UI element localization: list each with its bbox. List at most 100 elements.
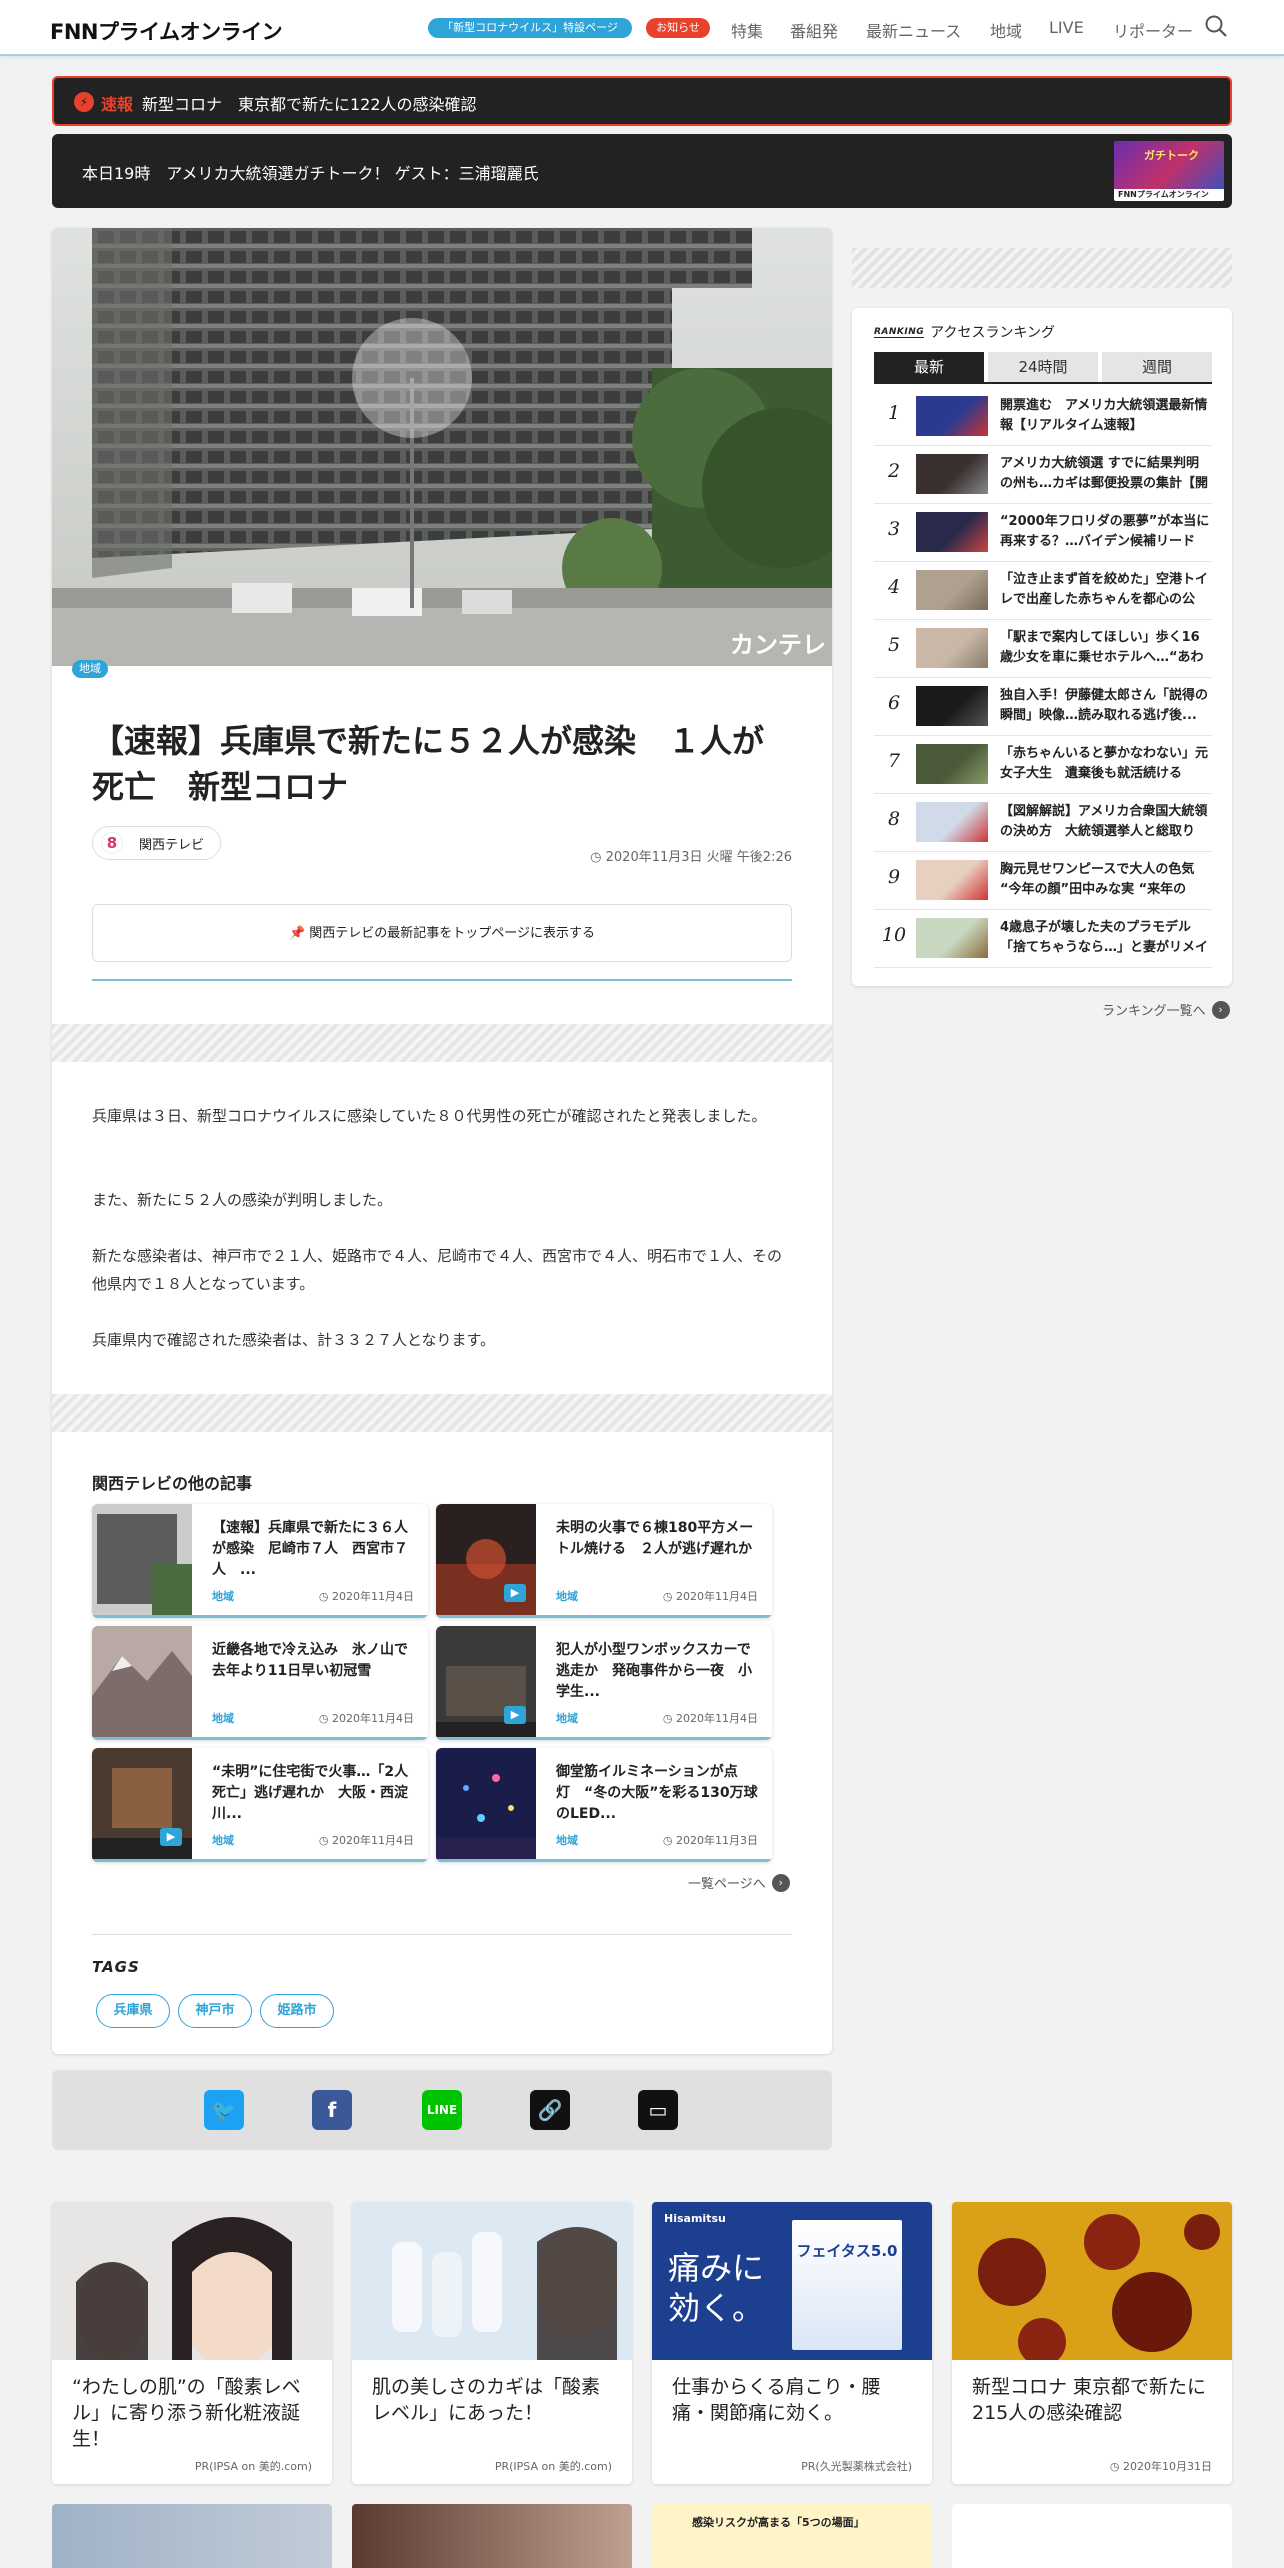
breaking-headline[interactable]: 新型コロナ 東京都で新たに122人の感染確認 bbox=[142, 91, 477, 115]
ad-credit: PR(IPSA on 美的.com) bbox=[194, 2460, 312, 2473]
article-paragraph: 兵庫県内で確認された感染者は、計３３２７人となります。 bbox=[92, 1331, 496, 1349]
ranking-heading: RANKING アクセスランキング bbox=[874, 322, 1055, 342]
nav-region[interactable]: 地域 bbox=[990, 18, 1022, 42]
video-icon: ▶ bbox=[504, 1706, 526, 1724]
ad-card[interactable]: 肌の美しさのカギは「酸素レベル」にあった！ PR(IPSA on 美的.com) bbox=[352, 2202, 632, 2484]
related-title: 御堂筋イルミネーションが点灯 “冬の大阪”を彩る130万球のLED... bbox=[556, 1764, 758, 1822]
site-logo[interactable]: FNNプライムオンライン bbox=[50, 16, 283, 46]
ad-card[interactable] bbox=[952, 2504, 1232, 2568]
related-title: 犯人が小型ワンボックスカーで逃走か 発砲事件から一夜 小学生... bbox=[556, 1642, 752, 1700]
ranking-title: 「赤ちゃんいると夢かなわない」元女子大生 遺棄後も就活続ける bbox=[1000, 746, 1209, 781]
live-banner-thumbnail[interactable]: ガチトーク FNNプライムオンライン bbox=[1114, 141, 1224, 201]
ranking-tab-weekly[interactable]: 週間 bbox=[1102, 352, 1212, 382]
kantele-watermark: カンテレ bbox=[730, 631, 826, 659]
ranking-item[interactable]: 9 胸元見せワンピースで大人の色気 “今年の顔”田中みな実 “来年の顔... bbox=[874, 852, 1212, 910]
ranking-item[interactable]: 8 【図解解説】アメリカ合衆国大統領の決め方 大統領選挙人と総取り方... bbox=[874, 794, 1212, 852]
ranking-number: 3 bbox=[887, 518, 901, 540]
ranking-title: アクセスランキング bbox=[930, 325, 1056, 341]
ranking-label: RANKING bbox=[874, 326, 925, 338]
ad-card[interactable]: 感染リスクが高まる「5つの場面」 bbox=[652, 2504, 932, 2568]
region-tag[interactable]: 地域 bbox=[72, 660, 108, 678]
ranking-thumbnail bbox=[916, 802, 988, 842]
kantele-logo-icon: 8 bbox=[101, 832, 123, 854]
related-article-card[interactable]: 【速報】兵庫県で新たに３６人が感染 尼崎市７人 西宮市７人 ... 地域 ◷ 2… bbox=[92, 1504, 428, 1618]
related-title: 近畿各地で冷え込み 氷ノ山で去年より11日早い初冠雪 bbox=[212, 1642, 408, 1679]
ranking-number: 8 bbox=[887, 808, 901, 830]
nav-live[interactable]: LIVE bbox=[1049, 18, 1084, 37]
ranking-tab-latest[interactable]: 最新 bbox=[874, 352, 984, 382]
ranking-item[interactable]: 7 「赤ちゃんいると夢かなわない」元女子大生 遺棄後も就活続ける bbox=[874, 736, 1212, 794]
notice-button[interactable]: お知らせ bbox=[646, 18, 710, 38]
ad-credit: PR(IPSA on 美的.com) bbox=[494, 2460, 612, 2473]
ranking-item[interactable]: 5 「駅まで案内してほしい」歩く16歳少女を車に乗せホテルへ…“あわよ... bbox=[874, 620, 1212, 678]
ad-card[interactable] bbox=[352, 2504, 632, 2568]
ranking-thumbnail bbox=[916, 454, 988, 494]
related-title: 【速報】兵庫県で新たに３６人が感染 尼崎市７人 西宮市７人 ... bbox=[212, 1520, 408, 1578]
pin-to-top-button[interactable]: 📌 関西テレビの最新記事をトップページに表示する bbox=[92, 904, 792, 962]
related-more-label: 一覧ページへ bbox=[688, 1877, 766, 1892]
clock-icon: ◷ bbox=[590, 850, 606, 865]
related-region: 地域 bbox=[556, 1834, 578, 1847]
ranking-item[interactable]: 10 4歳息子が壊した夫のプラモデル「捨てちゃうなら…」と妻がリメイク... bbox=[874, 910, 1212, 968]
ranking-title: 開票進む アメリカ大統領選最新情報【リアルタイム速報】 bbox=[1000, 398, 1208, 433]
related-thumbnail bbox=[436, 1748, 536, 1862]
article-date: ◷ 2020年11月3日 火曜 午後2:26 bbox=[590, 846, 792, 865]
related-article-card[interactable]: 近畿各地で冷え込み 氷ノ山で去年より11日早い初冠雪 地域 ◷ 2020年11月… bbox=[92, 1626, 428, 1740]
ranking-item[interactable]: 2 アメリカ大統領選 すでに結果判明の州も…カギは郵便投票の集計【開票... bbox=[874, 446, 1212, 504]
ranking-item[interactable]: 1 開票進む アメリカ大統領選最新情報【リアルタイム速報】 bbox=[874, 388, 1212, 446]
related-article-card[interactable]: ▶ “未明”に住宅街で火事…「2人死亡」逃げ遅れか 大阪・西淀川... 地域 ◷… bbox=[92, 1748, 428, 1862]
link-icon[interactable]: 🔗 bbox=[530, 2090, 570, 2130]
ranking-thumbnail bbox=[916, 744, 988, 784]
related-date: ◷ 2020年11月4日 bbox=[662, 1590, 758, 1603]
ad-card[interactable] bbox=[52, 2504, 332, 2568]
lightning-icon: ⚡ bbox=[74, 92, 94, 112]
nav-programs[interactable]: 番組発 bbox=[790, 18, 838, 42]
ad-image bbox=[952, 2202, 1232, 2360]
ad-title: “わたしの肌”の「酸素レベル」に寄り添う新化粧液誕生！ bbox=[72, 2376, 301, 2450]
corona-special-page-button[interactable]: 「新型コロナウイルス」特設ページ bbox=[428, 18, 632, 38]
ad-title: 新型コロナ 東京都で新たに215人の感染確認 bbox=[972, 2376, 1207, 2424]
ranking-panel: RANKING アクセスランキング 最新 24時間 週間 1 開票進む アメリカ大統… bbox=[852, 308, 1232, 986]
live-banner[interactable]: 本日19時 アメリカ大統領選ガチトーク！ ゲスト：三浦瑠麗氏 ガチトーク FNN… bbox=[52, 134, 1232, 208]
ad-card[interactable]: “わたしの肌”の「酸素レベル」に寄り添う新化粧液誕生！ PR(IPSA on 美… bbox=[52, 2202, 332, 2484]
thumbnail-brand: FNNプライムオンライン bbox=[1114, 189, 1224, 201]
ranking-item[interactable]: 6 独自入手！伊藤健太郎さん「説得の瞬間」映像…読み取れる逃げ後... bbox=[874, 678, 1212, 736]
ranking-number: 1 bbox=[887, 402, 901, 424]
video-icon: ▶ bbox=[160, 1828, 182, 1846]
line-icon[interactable]: LINE bbox=[422, 2090, 462, 2130]
article-date-text: 2020年11月3日 火曜 午後2:26 bbox=[605, 850, 792, 865]
tag-himeji[interactable]: 姫路市 bbox=[260, 1994, 334, 2028]
search-icon[interactable] bbox=[1204, 14, 1228, 38]
ranking-more-link[interactable]: ランキング一覧へ › bbox=[1102, 1000, 1230, 1019]
related-thumbnail bbox=[92, 1504, 192, 1618]
source-badge[interactable]: 8 関西テレビ bbox=[92, 826, 222, 860]
site-header: FNNプライムオンライン 「新型コロナウイルス」特設ページ お知らせ 特集 番組… bbox=[0, 0, 1284, 56]
nav-latest-news[interactable]: 最新ニュース bbox=[866, 18, 961, 42]
live-banner-text[interactable]: 本日19時 アメリカ大統領選ガチトーク！ ゲスト：三浦瑠麗氏 bbox=[82, 160, 539, 184]
related-article-card[interactable]: ▶ 犯人が小型ワンボックスカーで逃走か 発砲事件から一夜 小学生... 地域 ◷… bbox=[436, 1626, 772, 1740]
tag-kobe[interactable]: 神戸市 bbox=[178, 1994, 252, 2028]
ad-card[interactable]: 新型コロナ 東京都で新たに215人の感染確認 ◷ 2020年10月31日 bbox=[952, 2202, 1232, 2484]
related-article-card[interactable]: ▶ 未明の火事で６棟180平方メートル焼ける ２人が逃げ遅れか 地域 ◷ 202… bbox=[436, 1504, 772, 1618]
breaking-news-bar[interactable]: ⚡ 速報 新型コロナ 東京都で新たに122人の感染確認 bbox=[52, 76, 1232, 126]
nav-reporter[interactable]: リポーター bbox=[1113, 18, 1193, 42]
ranking-title: アメリカ大統領選 すでに結果判明の州も…カギは郵便投票の集計【開票... bbox=[1000, 456, 1209, 491]
related-article-card[interactable]: 御堂筋イルミネーションが点灯 “冬の大阪”を彩る130万球のLED... 地域 … bbox=[436, 1748, 772, 1862]
tag-hyogo[interactable]: 兵庫県 bbox=[96, 1994, 170, 2028]
ad-card[interactable]: Hisamitsu 痛みに効く。 フェイタス5.0 仕事からくる肩こり・腰痛・関… bbox=[652, 2202, 932, 2484]
ranking-thumbnail bbox=[916, 860, 988, 900]
ranking-more-label: ランキング一覧へ bbox=[1102, 1004, 1206, 1019]
ranking-thumbnail bbox=[916, 512, 988, 552]
twitter-icon[interactable]: 🐦 bbox=[204, 2090, 244, 2130]
facebook-icon[interactable]: f bbox=[312, 2090, 352, 2130]
nav-feature[interactable]: 特集 bbox=[731, 18, 763, 42]
ranking-item[interactable]: 3 “2000年フロリダの悪夢”が本当に再来する？…バイデン候補リードで... bbox=[874, 504, 1212, 562]
related-more-link[interactable]: 一覧ページへ › bbox=[688, 1873, 790, 1892]
ranking-item[interactable]: 4 「泣き止まず首を絞めた」空港トイレで出産した赤ちゃんを都心の公園... bbox=[874, 562, 1212, 620]
ranking-tab-24h[interactable]: 24時間 bbox=[988, 352, 1098, 382]
pin-icon: 📌 bbox=[288, 926, 310, 941]
ranking-thumbnail bbox=[916, 570, 988, 610]
comment-icon[interactable]: ▭ bbox=[638, 2090, 678, 2130]
ranking-thumbnail bbox=[916, 686, 988, 726]
related-thumbnail bbox=[92, 1626, 192, 1740]
